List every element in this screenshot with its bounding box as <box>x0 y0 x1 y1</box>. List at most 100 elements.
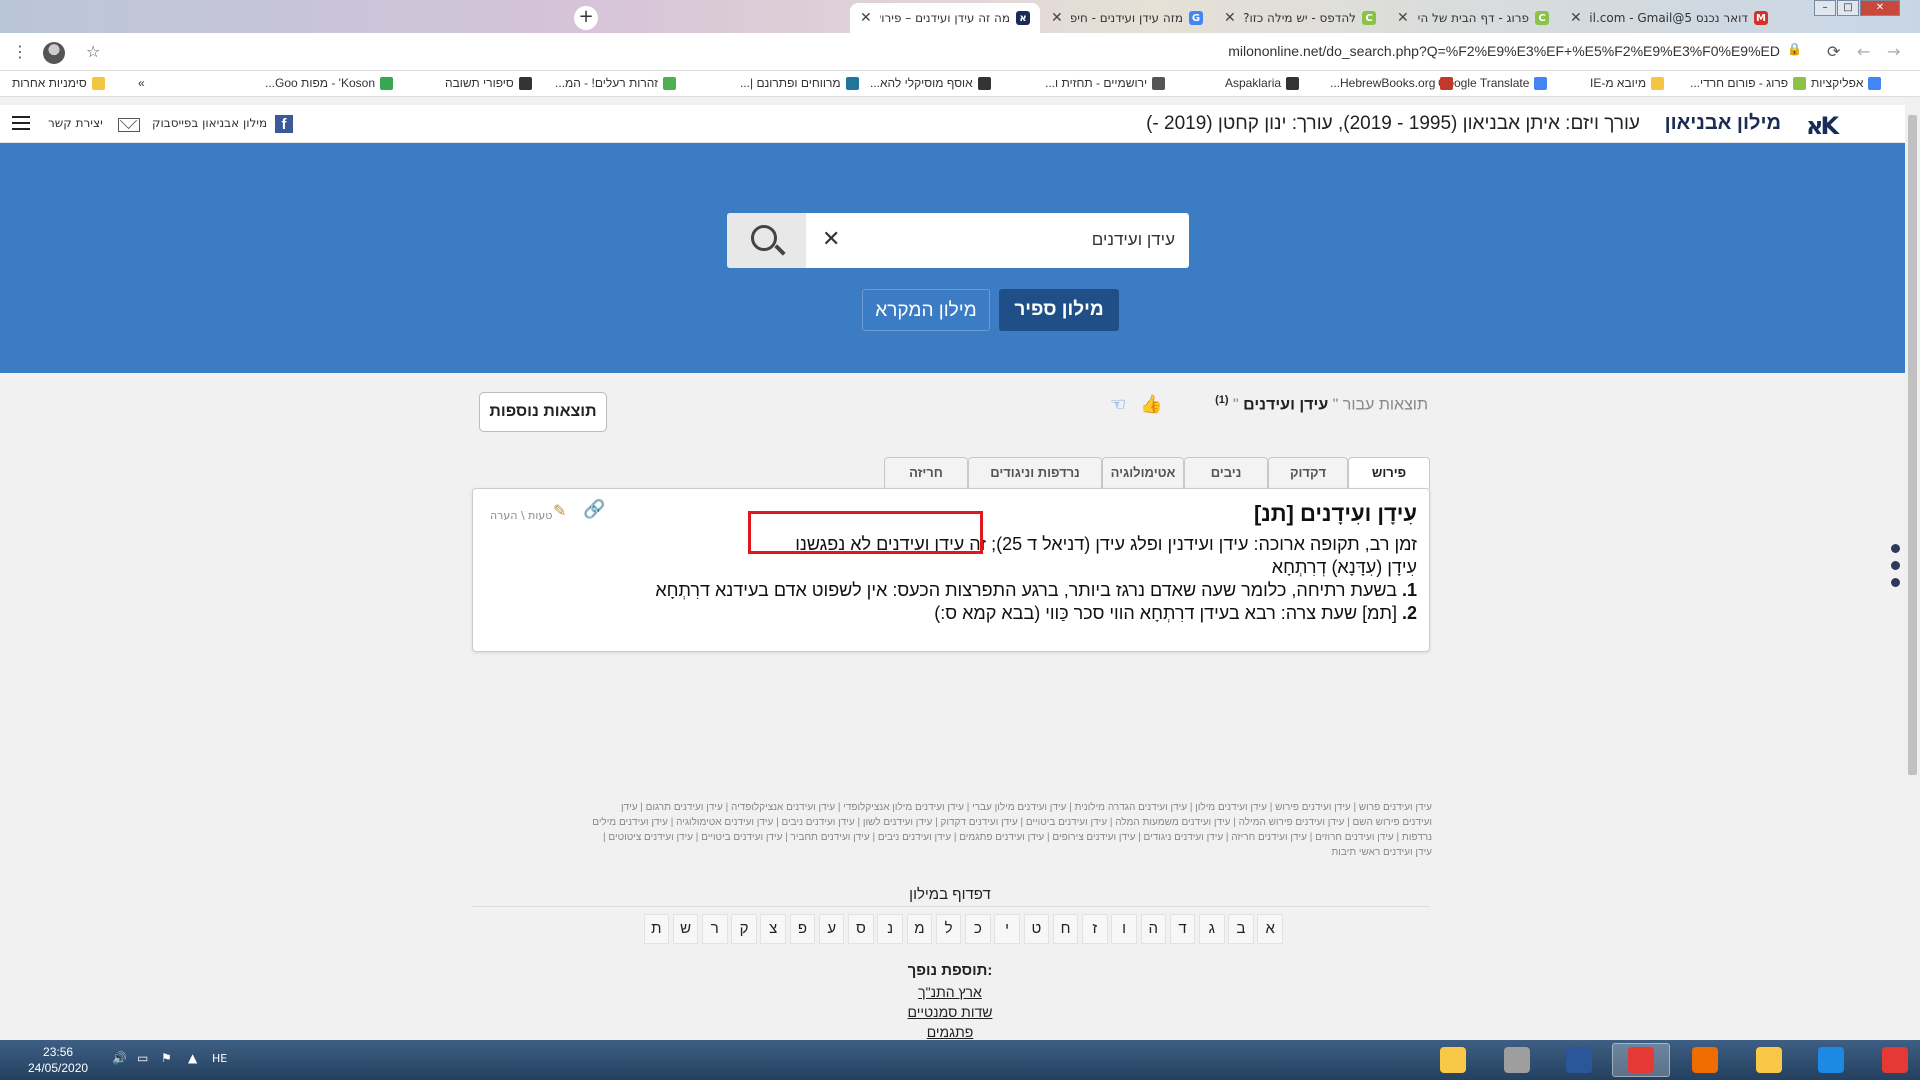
close-tab-icon[interactable]: ✕ <box>1397 10 1417 26</box>
tab-grammar[interactable]: דקדוק <box>1268 457 1348 488</box>
taskbar-app[interactable] <box>1866 1043 1920 1077</box>
pointing-hand-icon[interactable]: ☜ <box>1110 394 1126 415</box>
site-name[interactable]: מילון אבניאון <box>1665 112 1781 135</box>
bookmark-item[interactable]: סיפורי תשובה <box>445 76 532 90</box>
tab-rhymes[interactable]: חריזה <box>884 457 968 488</box>
network-icon[interactable]: ▭ <box>137 1051 148 1065</box>
browser-tab[interactable]: Cלהדפס - יש מילה כזו? | פרוג✕ <box>1214 3 1386 33</box>
bonus-link-bible-land[interactable]: ארץ התנ"ך <box>860 984 1040 1000</box>
alphabet-letter[interactable]: א <box>1257 914 1283 944</box>
alphabet-letter[interactable]: ע <box>818 914 845 944</box>
alphabet-letter[interactable]: ב <box>1228 914 1254 944</box>
alphabet-letter[interactable]: ד <box>1169 914 1196 944</box>
clear-search-icon[interactable]: ✕ <box>822 227 840 252</box>
contact-link[interactable]: יצירת קשר <box>48 116 103 130</box>
site-logo[interactable]: אK <box>1806 112 1839 140</box>
dictionary-mikra-button[interactable]: מילון המקרא <box>862 289 990 331</box>
star-bookmark-icon[interactable]: ☆ <box>86 42 100 61</box>
alphabet-letter[interactable]: ש <box>672 914 699 944</box>
menu-dots-icon[interactable]: ⋮ <box>12 42 28 61</box>
bookmark-item[interactable]: אוסף מוסיקלי להא... <box>870 76 991 90</box>
tray-expand-icon[interactable]: ▲ <box>188 1051 197 1065</box>
more-results-button[interactable]: תוצאות נוספות <box>479 392 607 432</box>
bonus-link-semantic-fields[interactable]: שדות סמנטיים <box>860 1004 1040 1020</box>
minimize-button[interactable]: – <box>1814 0 1836 16</box>
new-tab-button[interactable]: + <box>574 6 598 30</box>
close-tab-icon[interactable]: ✕ <box>860 10 880 26</box>
bookmark-item[interactable]: אפליקציות <box>1811 76 1882 90</box>
alphabet-letter[interactable]: ל <box>935 914 962 944</box>
facebook-link[interactable]: מילון אבניאון בפייסבוק <box>152 116 267 130</box>
page-scrollbar[interactable] <box>1905 97 1920 1040</box>
report-error-link[interactable]: טעות \ הערה <box>490 509 552 522</box>
alphabet-letter[interactable]: י <box>994 914 1020 944</box>
taskbar-app[interactable] <box>1488 1043 1546 1077</box>
tab-etymology[interactable]: אטימולוגיה <box>1102 457 1184 488</box>
maximize-button[interactable]: □ <box>1837 0 1859 16</box>
browser-tab[interactable]: Gמזה עידן ועידנים - חיפוש ב-Google✕ <box>1041 3 1213 33</box>
alphabet-letter[interactable]: ק <box>731 914 757 944</box>
alphabet-letter[interactable]: מ <box>906 914 933 944</box>
alphabet-letter[interactable]: צ <box>760 914 787 944</box>
flag-icon[interactable]: ⚑ <box>161 1051 172 1065</box>
tab-definition[interactable]: פירוש <box>1348 457 1430 489</box>
browser-tab[interactable]: אמה זה עידן ועידנים – פירוש המי✕ <box>850 3 1040 33</box>
bookmark-item[interactable]: Google Translate <box>1438 76 1548 90</box>
alphabet-letter[interactable]: ה <box>1140 914 1167 944</box>
alphabet-letter[interactable]: ס <box>848 914 874 944</box>
alphabet-letter[interactable]: נ <box>877 914 903 944</box>
taskbar-app[interactable] <box>1676 1043 1734 1077</box>
bookmarks-more[interactable]: » <box>138 76 145 90</box>
bookmark-item[interactable]: Aspaklaria <box>1225 76 1300 90</box>
language-indicator[interactable]: HE <box>212 1052 227 1065</box>
volume-icon[interactable]: 🔊 <box>112 1051 127 1065</box>
link-icon[interactable]: 🔗 <box>583 499 605 520</box>
url-field[interactable]: milononline.net/do_search.php?Q=%F2%E9%E… <box>1160 43 1780 59</box>
bookmark-item[interactable]: HebrewBooks.org... <box>1330 76 1454 90</box>
pencil-icon[interactable]: ✎ <box>553 501 566 520</box>
bookmark-item[interactable]: מיובא מ-IE <box>1590 76 1665 90</box>
profile-avatar[interactable] <box>43 42 65 64</box>
taskbar-clock[interactable]: 23:56 24/05/2020 <box>28 1044 88 1076</box>
side-dots-menu-icon[interactable] <box>1891 544 1900 595</box>
alphabet-letter[interactable]: פ <box>789 914 816 944</box>
alphabet-letter[interactable]: ת <box>643 914 670 944</box>
close-window-button[interactable]: ✕ <box>1860 0 1900 16</box>
close-tab-icon[interactable]: ✕ <box>1051 10 1071 26</box>
forward-icon[interactable]: ← <box>1857 42 1870 61</box>
taskbar-app[interactable] <box>1802 1043 1860 1077</box>
browser-tab[interactable]: Cפרוג - דף הבית של היוצרים החר✕ <box>1387 3 1559 33</box>
facebook-icon[interactable]: f <box>275 115 293 133</box>
reload-icon[interactable]: ⟳ <box>1827 42 1840 61</box>
taskbar-app[interactable] <box>1740 1043 1798 1077</box>
alphabet-letter[interactable]: ג <box>1198 914 1225 944</box>
bookmark-item[interactable]: מרווחים ופתרונם |... <box>740 76 859 90</box>
tab-idioms[interactable]: ניבים וצירופים <box>1184 457 1268 509</box>
hamburger-menu-icon[interactable] <box>12 116 30 130</box>
mail-icon[interactable] <box>118 118 140 132</box>
bookmark-item[interactable]: זהרות רעלים! - המ... <box>555 76 677 90</box>
browser-tab[interactable]: Mדואר נכנס 5@gmail.com - Gmail✕ <box>1560 3 1778 33</box>
thumbs-up-icon[interactable]: 👍 <box>1140 394 1162 415</box>
bookmark-item[interactable]: ירושמיים - תחזית ו... <box>1045 76 1166 90</box>
taskbar-app[interactable] <box>1612 1043 1670 1077</box>
tab-synonyms[interactable]: נרדפות וניגודים <box>968 457 1102 488</box>
close-tab-icon[interactable]: ✕ <box>1224 10 1244 26</box>
close-tab-icon[interactable]: ✕ <box>1570 10 1590 26</box>
taskbar-app[interactable] <box>1550 1043 1608 1077</box>
other-bookmarks[interactable]: סימניות אחרות <box>12 76 105 90</box>
alphabet-letter[interactable]: ט <box>1023 914 1050 944</box>
bonus-link-proverbs[interactable]: פתגמים <box>860 1024 1040 1040</box>
taskbar-app[interactable] <box>1424 1043 1482 1077</box>
back-icon[interactable]: → <box>1887 42 1900 61</box>
alphabet-letter[interactable]: כ <box>965 914 991 944</box>
dictionary-sapir-button[interactable]: מילון ספיר <box>999 289 1119 331</box>
alphabet-letter[interactable]: ר <box>702 914 728 944</box>
bookmark-item[interactable]: פרוג - פורום חרדי... <box>1690 76 1807 90</box>
alphabet-letter[interactable]: ח <box>1052 914 1079 944</box>
alphabet-letter[interactable]: ו <box>1111 914 1137 944</box>
search-input[interactable]: עידן ועידנים <box>1092 230 1175 250</box>
bookmark-item[interactable]: Koson' - מפות Goo... <box>265 76 393 90</box>
related-links[interactable]: עידן ועידנים פרוש | עידן ועידנים פירוש |… <box>590 800 1432 860</box>
search-button[interactable] <box>727 213 806 268</box>
